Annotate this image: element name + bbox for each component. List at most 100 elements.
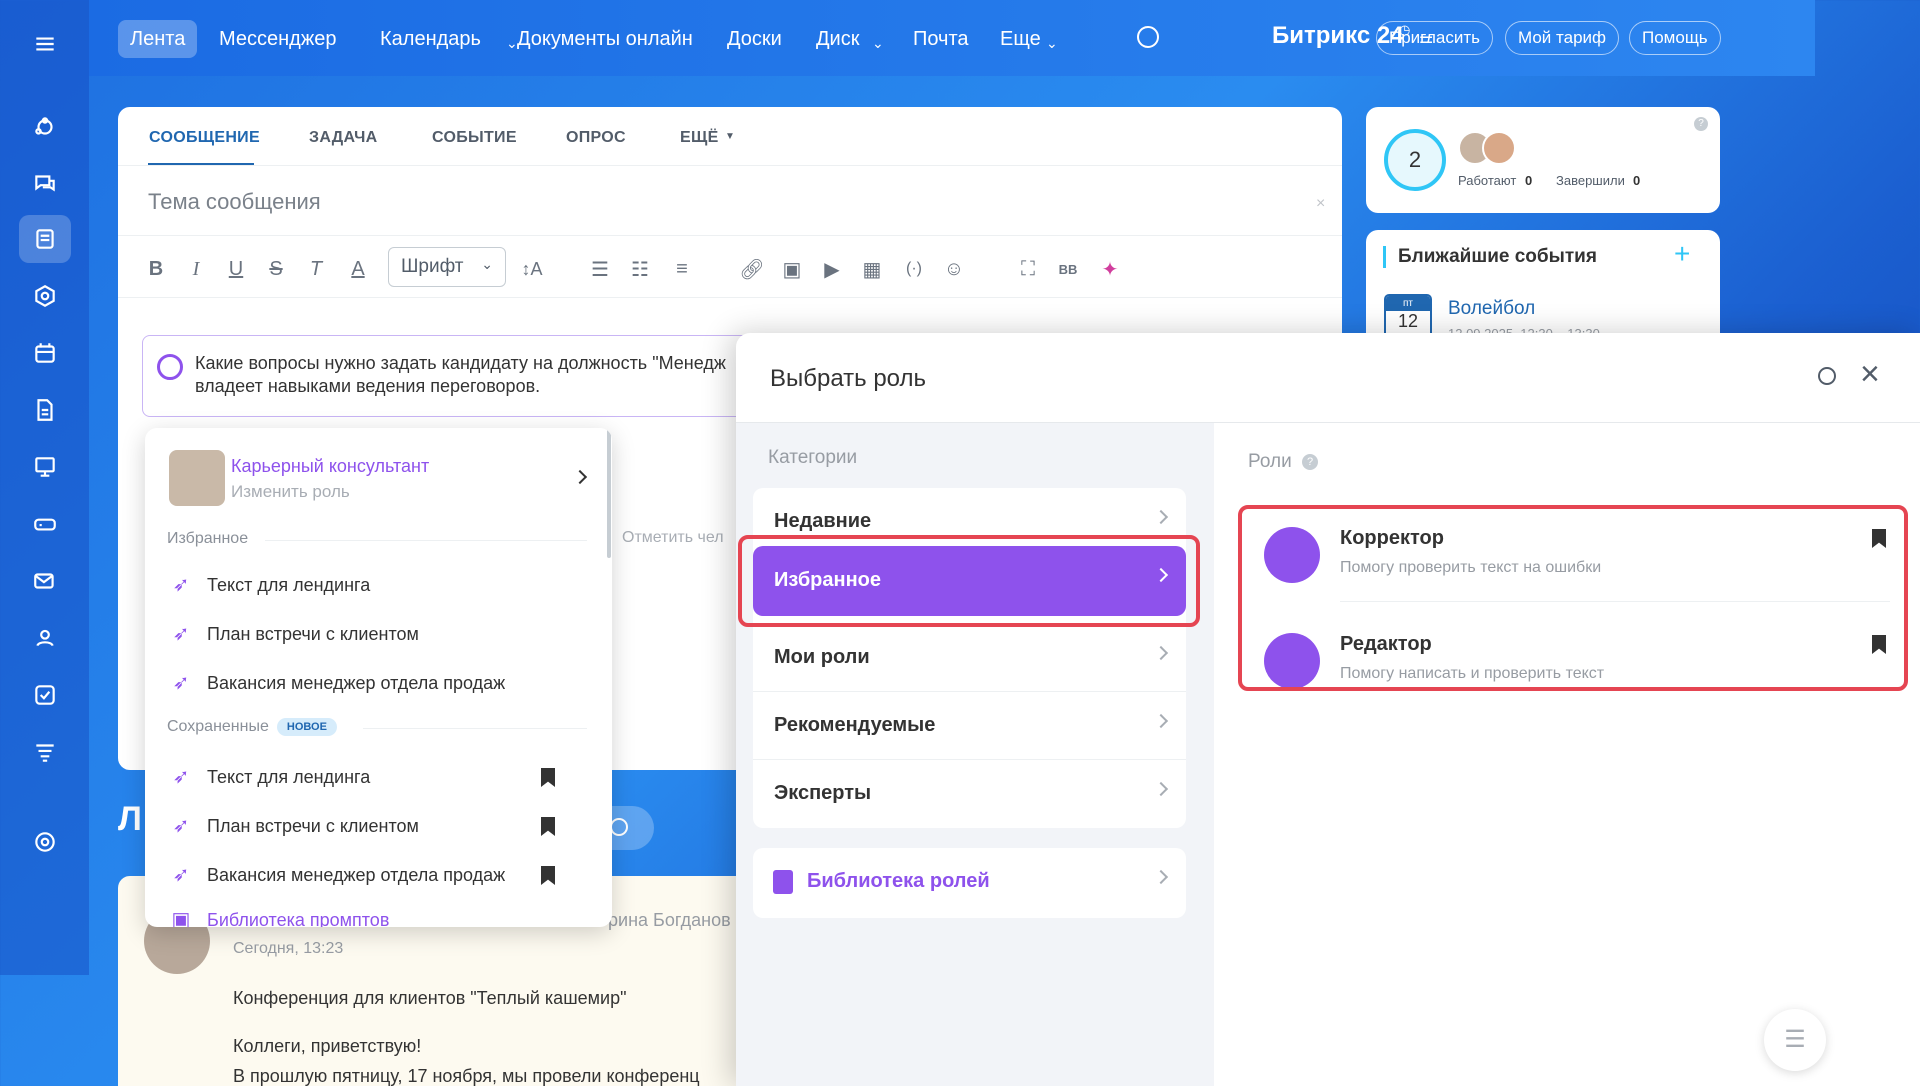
- search-icon[interactable]: [1818, 367, 1836, 385]
- subject-input[interactable]: Тема сообщения: [148, 189, 321, 215]
- fullscreen-icon[interactable]: ⛶: [1014, 255, 1042, 283]
- table-icon[interactable]: ▦: [858, 255, 886, 283]
- help-icon[interactable]: ?: [1302, 454, 1318, 470]
- search-icon[interactable]: [1137, 26, 1159, 48]
- list-item[interactable]: ➶ План встречи с клиентом: [169, 814, 419, 838]
- settings-icon[interactable]: [19, 818, 71, 866]
- tab-task[interactable]: ЗАДАЧА: [309, 129, 378, 147]
- post-author[interactable]: ерина Богданов: [598, 910, 731, 931]
- clear-format-icon[interactable]: T: [302, 255, 330, 283]
- list-item[interactable]: ➶ Текст для лендинга: [169, 765, 371, 789]
- favorite-label: Текст для лендинга: [207, 574, 371, 595]
- bookmark-icon[interactable]: [541, 768, 555, 787]
- feed-icon[interactable]: [19, 215, 71, 263]
- underline-icon[interactable]: U: [222, 255, 250, 283]
- tab-message[interactable]: СООБЩЕНИЕ: [149, 129, 260, 147]
- divider: [118, 235, 1342, 236]
- role-library-link[interactable]: Библиотека ролей: [753, 848, 1186, 918]
- nav-messenger[interactable]: Мессенджер: [207, 20, 348, 58]
- category-label: Эксперты: [774, 782, 872, 804]
- help-icon[interactable]: ?: [1694, 117, 1708, 131]
- board-icon[interactable]: [19, 443, 71, 491]
- post-title: Конференция для клиентов "Теплый кашемир…: [233, 988, 627, 1008]
- font-select[interactable]: Шрифт ⌄: [388, 247, 506, 287]
- role-name[interactable]: Карьерный консультант: [231, 456, 429, 477]
- chevron-right-icon: [1153, 869, 1169, 885]
- code-icon[interactable]: (·): [900, 255, 928, 283]
- link-icon[interactable]: 🔗︎: [738, 255, 766, 283]
- list-item[interactable]: ➶ Текст для лендинга: [169, 573, 371, 597]
- text-color-icon[interactable]: A: [344, 255, 372, 283]
- event-name[interactable]: Волейбол: [1448, 298, 1535, 320]
- close-icon[interactable]: ×: [1316, 195, 1325, 213]
- modal-header: Выбрать роль ×: [736, 333, 1920, 423]
- tab-more[interactable]: ЕЩЁ: [680, 129, 719, 147]
- collab-icon[interactable]: [19, 103, 71, 151]
- rocket-icon: ➶: [172, 623, 190, 645]
- list-icon[interactable]: ☰: [1764, 1009, 1826, 1071]
- categories-panel: Категории Недавние Мои роли Рекомендуемы…: [736, 423, 1214, 1086]
- category-experts[interactable]: Эксперты: [753, 760, 1186, 828]
- invite-button[interactable]: Пригласить: [1376, 21, 1494, 55]
- divider: [118, 165, 1342, 166]
- nav-calendar[interactable]: Календарь: [368, 20, 493, 58]
- users-icon[interactable]: [19, 614, 71, 662]
- tasks-icon[interactable]: [19, 671, 71, 719]
- tab-event[interactable]: СОБЫТИЕ: [432, 129, 517, 147]
- role-library-label: Библиотека ролей: [807, 870, 990, 892]
- hexagon-icon[interactable]: [19, 272, 71, 320]
- mention-hint[interactable]: Отметить чел: [622, 529, 724, 547]
- mail-icon[interactable]: [19, 557, 71, 605]
- nav-feed[interactable]: Лента: [118, 20, 198, 58]
- bookmark-icon[interactable]: [541, 817, 555, 836]
- list-item[interactable]: ➶ План встречи с клиентом: [169, 622, 419, 646]
- calendar-icon[interactable]: [19, 329, 71, 377]
- italic-icon[interactable]: I: [182, 255, 210, 283]
- prompt-library-link[interactable]: ▣ Библиотека промптов: [169, 908, 390, 927]
- emoji-icon[interactable]: ☺: [940, 255, 968, 283]
- chevron-right-icon: [1153, 645, 1169, 661]
- event-day: 12: [1397, 311, 1419, 331]
- document-icon[interactable]: [19, 386, 71, 434]
- rocket-icon: ➶: [172, 864, 190, 886]
- favorites-label: Избранное: [167, 530, 249, 547]
- add-event-icon[interactable]: +: [1674, 238, 1690, 270]
- menu-icon[interactable]: [19, 20, 71, 68]
- font-size-icon[interactable]: ↕A: [518, 255, 546, 283]
- ai-prompt-box[interactable]: Какие вопросы нужно задать кандидату на …: [142, 335, 782, 417]
- nav-mail[interactable]: Почта: [901, 20, 981, 58]
- list-item[interactable]: ➶ Вакансия менеджер отдела продаж: [169, 863, 506, 887]
- list-item[interactable]: ➶ Вакансия менеджер отдела продаж: [169, 671, 506, 695]
- bullet-list-icon[interactable]: ☷: [626, 255, 654, 283]
- ai-image-icon[interactable]: ✦: [1096, 255, 1124, 283]
- tab-poll[interactable]: ОПРОС: [566, 129, 626, 147]
- category-recommended[interactable]: Рекомендуемые: [753, 692, 1186, 760]
- nav-documents[interactable]: Документы онлайн: [505, 20, 705, 58]
- numbered-list-icon[interactable]: ☰: [586, 255, 614, 283]
- rocket-icon: ➶: [172, 815, 190, 837]
- library-icon: ▣: [171, 909, 191, 927]
- nav-boards[interactable]: Доски: [715, 20, 794, 58]
- bookmark-icon[interactable]: [541, 866, 555, 885]
- strikethrough-icon[interactable]: S: [262, 255, 290, 283]
- close-icon[interactable]: ×: [1860, 355, 1880, 394]
- image-icon[interactable]: ▣: [778, 255, 806, 283]
- tariff-button[interactable]: Мой тариф: [1505, 21, 1620, 55]
- category-label: Недавние: [774, 510, 872, 532]
- change-role[interactable]: Изменить роль: [231, 482, 350, 502]
- rocket-icon: ➶: [172, 574, 190, 596]
- align-icon[interactable]: ≡: [668, 255, 696, 283]
- video-icon[interactable]: ▶: [818, 255, 846, 283]
- drive-icon[interactable]: [19, 500, 71, 548]
- chevron-right-icon[interactable]: [572, 469, 588, 485]
- help-button[interactable]: Помощь: [1629, 21, 1721, 55]
- chat-icon[interactable]: [19, 159, 71, 207]
- scrollbar[interactable]: [607, 428, 611, 558]
- bbcode-icon[interactable]: BB: [1054, 255, 1082, 283]
- bold-icon[interactable]: B: [142, 255, 170, 283]
- timeman-count[interactable]: 2: [1384, 129, 1446, 191]
- category-my-roles[interactable]: Мои роли: [753, 624, 1186, 692]
- filter-icon[interactable]: [19, 728, 71, 776]
- saved-section: Сохраненные НОВОЕ: [167, 718, 337, 736]
- divider: [265, 540, 587, 541]
